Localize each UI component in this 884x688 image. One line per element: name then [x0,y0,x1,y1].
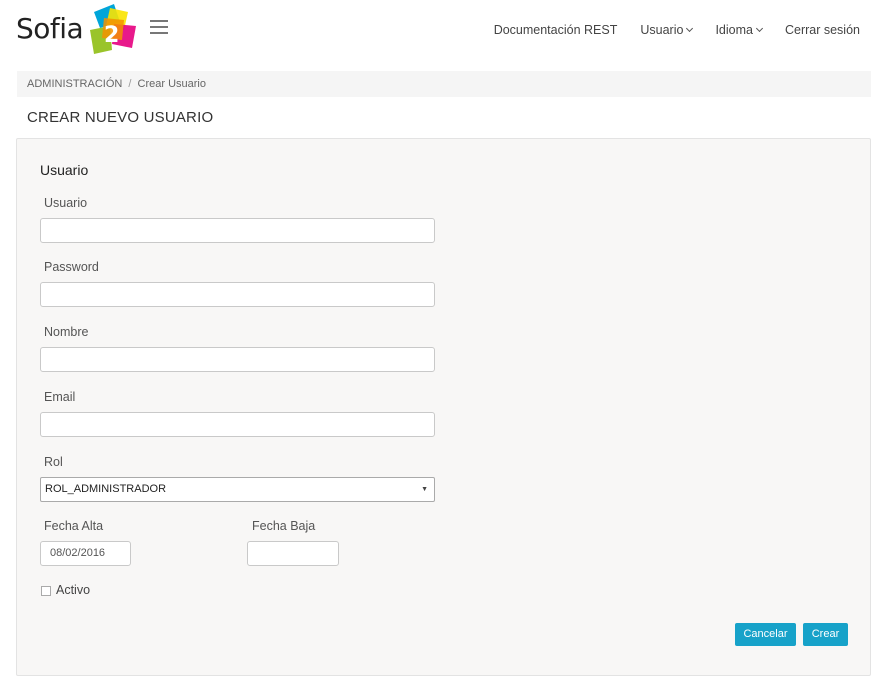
rol-selected-value: ROL_ADMINISTRADOR [45,483,167,495]
nombre-input[interactable] [40,347,435,372]
email-input[interactable] [40,412,435,437]
breadcrumb-separator: / [128,78,132,90]
user-form-panel: Usuario Usuario Password Nombre Email Ro… [16,138,871,676]
fecha-alta-value: 08/02/2016 [50,547,106,559]
activo-label: Activo [56,583,91,597]
nav-label: Idioma [715,23,753,37]
nav-cerrar-sesion[interactable]: Cerrar sesión [785,23,860,37]
usuario-label: Usuario [44,196,88,210]
dropdown-arrow-icon: ▼ [421,486,428,493]
rol-select[interactable]: ROL_ADMINISTRADOR ▼ [40,477,435,502]
top-header: Sofia 2 Documentación REST Usuario Idiom… [0,0,884,62]
nav-idioma-dropdown[interactable]: Idioma [715,23,764,37]
breadcrumb-current: Crear Usuario [137,78,206,90]
email-label: Email [44,390,76,404]
create-button[interactable]: Crear [803,623,848,646]
logo-digit: 2 [104,23,119,48]
top-nav: Documentación REST Usuario Idioma Cerrar… [471,23,860,37]
menu-toggle-icon[interactable] [150,20,168,36]
nav-label: Documentación REST [493,23,618,37]
logo-mark-icon: 2 [90,4,136,54]
activo-checkbox[interactable] [41,586,51,596]
nav-label: Cerrar sesión [784,23,860,37]
nav-documentacion-rest[interactable]: Documentación REST [494,23,618,37]
nombre-label: Nombre [44,325,89,339]
fecha-baja-input[interactable] [247,541,339,566]
fecha-baja-label: Fecha Baja [252,519,316,533]
page-title: CREAR NUEVO USUARIO [27,109,214,126]
breadcrumb-parent-link[interactable]: ADMINISTRACIÓN [27,78,122,90]
logo-text: Sofia [16,12,84,45]
chevron-down-icon [686,24,694,32]
password-input[interactable] [40,282,435,307]
usuario-input[interactable] [40,218,435,243]
chevron-down-icon [755,24,764,32]
sofia2-logo[interactable]: Sofia 2 [16,4,136,58]
rol-label: Rol [44,455,63,469]
nav-usuario-dropdown[interactable]: Usuario [640,23,694,37]
cancel-button[interactable]: Cancelar [735,623,796,646]
nav-label: Usuario [640,23,684,37]
password-label: Password [44,260,99,274]
breadcrumb: ADMINISTRACIÓN / Crear Usuario [17,71,871,97]
fecha-alta-label: Fecha Alta [44,519,104,533]
fecha-alta-input[interactable]: 08/02/2016 [40,541,131,566]
section-title: Usuario [40,162,89,178]
